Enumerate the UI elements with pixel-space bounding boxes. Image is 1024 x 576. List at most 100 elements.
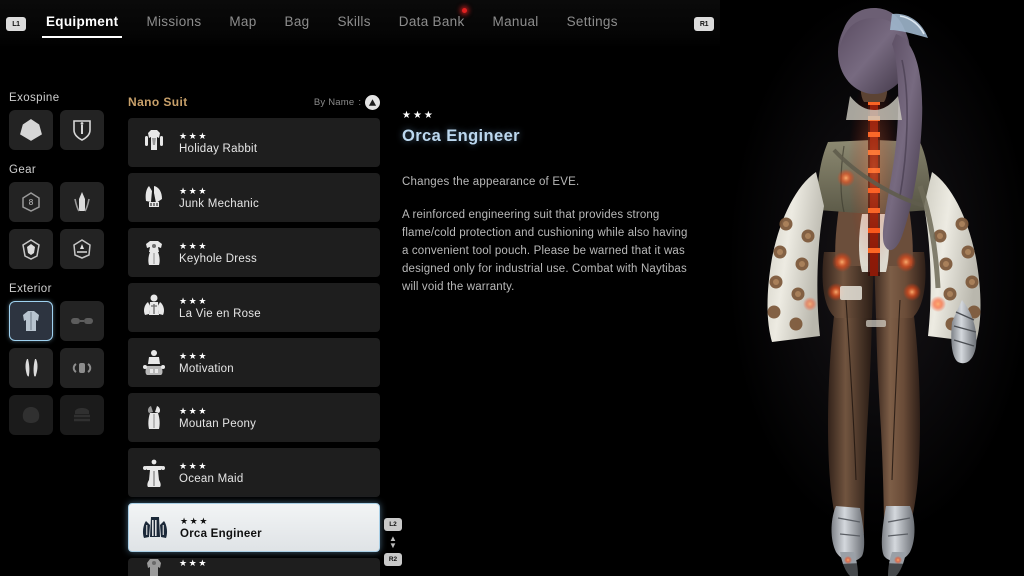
tab-settings[interactable]: Settings bbox=[567, 0, 618, 48]
slot-exospine-shield[interactable] bbox=[60, 110, 104, 150]
character-preview-viewport[interactable] bbox=[724, 0, 1024, 576]
list-page-controls: L2 ▲ ▼ R2 bbox=[384, 518, 402, 566]
list-item[interactable]: ★★★ Keyhole Dress bbox=[128, 228, 380, 277]
list-item-name: Ocean Maid bbox=[179, 472, 244, 485]
tab-equipment[interactable]: Equipment bbox=[42, 0, 123, 48]
list-item-name: Keyhole Dress bbox=[179, 252, 258, 265]
list-item-meta: ★★★ Holiday Rabbit bbox=[179, 131, 257, 155]
list-item[interactable]: ★★★ Motivation bbox=[128, 338, 380, 387]
eyewear-icon bbox=[69, 308, 95, 334]
list-item-rarity-stars: ★★★ bbox=[179, 405, 209, 416]
suit-keyhole-dress-icon bbox=[133, 231, 175, 275]
equipment-category-rail: Exospine Gear 8 Exterior bbox=[0, 92, 120, 449]
list-item[interactable]: ★★★ Moutan Peony bbox=[128, 393, 380, 442]
slot-gear-shield[interactable] bbox=[9, 229, 53, 269]
sort-ascending-icon[interactable] bbox=[365, 94, 380, 110]
list-item[interactable]: ★★★ Junk Mechanic bbox=[128, 173, 380, 222]
exospine-shield-icon bbox=[70, 118, 94, 142]
tab-label: Skills bbox=[337, 13, 371, 29]
detail-description: A reinforced engineering suit that provi… bbox=[402, 209, 688, 293]
tab-label: Manual bbox=[492, 13, 539, 29]
nano-suit-list-panel: Nano Suit By Name : ★★★ Holiday Rabbit ★★★… bbox=[128, 92, 380, 576]
suit-next-icon bbox=[133, 558, 175, 576]
gear-crown-icon bbox=[70, 237, 94, 261]
detail-rarity-stars: ★★★ bbox=[402, 110, 435, 121]
rail-slot-grid bbox=[9, 110, 120, 150]
gear-blade-icon bbox=[70, 190, 94, 214]
list-item-meta: ★★★ Moutan Peony bbox=[179, 406, 256, 430]
exospine-core-icon bbox=[19, 118, 43, 142]
r2-button[interactable]: R2 bbox=[384, 553, 402, 566]
item-detail-panel: ★★★ Orca Engineer Changes the appearance… bbox=[402, 110, 702, 296]
slot-gear-module[interactable]: 8 bbox=[9, 182, 53, 222]
suit-ocean-maid-icon bbox=[133, 451, 175, 495]
list-item[interactable]: ★★★ bbox=[128, 558, 380, 576]
list-item[interactable]: ★★★ Holiday Rabbit bbox=[128, 118, 380, 167]
tab-label: Data Bank bbox=[398, 13, 465, 29]
slot-hairstyle[interactable] bbox=[9, 395, 53, 435]
sort-control[interactable]: By Name : bbox=[314, 94, 380, 110]
scroll-arrows-icon: ▲ ▼ bbox=[389, 534, 397, 550]
list-header: Nano Suit By Name : bbox=[128, 92, 380, 112]
list-item-rarity-stars: ★★★ bbox=[179, 295, 209, 306]
l2-button[interactable]: L2 bbox=[384, 518, 402, 531]
list-item-rarity-stars: ★★★ bbox=[179, 185, 209, 196]
tab-bag[interactable]: Bag bbox=[285, 0, 310, 48]
nano-suit-icon bbox=[18, 308, 44, 334]
slot-hair-color[interactable] bbox=[60, 395, 104, 435]
slot-nano-suit[interactable] bbox=[9, 301, 53, 341]
active-tab-underline bbox=[42, 36, 123, 38]
list-item[interactable]: ★★★ Orca Engineer bbox=[128, 503, 380, 552]
hair-color-icon bbox=[69, 402, 95, 428]
r1-button[interactable]: R1 bbox=[694, 17, 714, 31]
nav-prev-pad-wrap: L1 bbox=[0, 17, 32, 31]
rail-group-label: Exospine bbox=[9, 92, 60, 104]
detail-item-title: Orca Engineer bbox=[402, 127, 520, 145]
slot-eyewear[interactable] bbox=[60, 301, 104, 341]
suit-orca-engineer-icon bbox=[134, 506, 176, 550]
rail-group-label: Exterior bbox=[9, 283, 52, 295]
hairstyle-icon bbox=[18, 402, 44, 428]
gear-shield-icon bbox=[19, 237, 43, 261]
svg-text:8: 8 bbox=[29, 198, 34, 207]
nav-tab-list: Equipment Missions Map Bag Skills Data Bank Ma… bbox=[32, 0, 688, 48]
slot-gear-blade[interactable] bbox=[60, 182, 104, 222]
suit-motivation-icon bbox=[133, 341, 175, 385]
list-item-name: Orca Engineer bbox=[180, 527, 262, 540]
tab-label: Map bbox=[229, 13, 257, 29]
slot-gloves[interactable] bbox=[60, 348, 104, 388]
list-item-rarity-stars: ★★★ bbox=[179, 460, 209, 471]
list-item-rarity-stars: ★★★ bbox=[179, 130, 209, 141]
tab-missions[interactable]: Missions bbox=[146, 0, 201, 48]
nano-suit-list[interactable]: ★★★ Holiday Rabbit ★★★ Junk Mechanic ★★★ Keyh… bbox=[128, 118, 380, 576]
list-item-rarity-stars: ★★★ bbox=[179, 558, 209, 568]
tab-manual[interactable]: Manual bbox=[493, 0, 539, 48]
earrings-icon bbox=[18, 355, 44, 381]
sort-colon: : bbox=[358, 96, 361, 108]
top-navigation-bar: L1 Equipment Missions Map Bag Skills Data Ban… bbox=[0, 0, 720, 48]
tab-label: Missions bbox=[146, 13, 202, 29]
list-item-meta: ★★★ Orca Engineer bbox=[180, 516, 262, 540]
tab-data-bank[interactable]: Data Bank bbox=[398, 0, 467, 48]
suit-junk-mechanic-icon bbox=[133, 176, 175, 220]
slot-earrings[interactable] bbox=[9, 348, 53, 388]
list-item-meta: ★★★ Junk Mechanic bbox=[179, 186, 259, 210]
l1-button[interactable]: L1 bbox=[6, 17, 26, 31]
list-item-meta: ★★★ Ocean Maid bbox=[179, 461, 244, 485]
tab-map[interactable]: Map bbox=[229, 0, 256, 48]
list-item-meta: ★★★ La Vie en Rose bbox=[179, 296, 261, 320]
list-item[interactable]: ★★★ Ocean Maid bbox=[128, 448, 380, 497]
tab-skills[interactable]: Skills bbox=[337, 0, 370, 48]
notification-dot-icon bbox=[461, 8, 467, 13]
rail-slot-grid bbox=[9, 301, 120, 435]
nav-next-pad-wrap: R1 bbox=[688, 17, 720, 31]
list-item[interactable]: ★★★ La Vie en Rose bbox=[128, 283, 380, 332]
gear-module-icon: 8 bbox=[19, 190, 43, 214]
list-item-rarity-stars: ★★★ bbox=[180, 515, 210, 526]
slot-gear-crown[interactable] bbox=[60, 229, 104, 269]
tab-label: Equipment bbox=[46, 13, 119, 29]
rail-group-exterior: Exterior bbox=[0, 283, 120, 435]
slot-exospine-core[interactable] bbox=[9, 110, 53, 150]
suit-holiday-rabbit-icon bbox=[133, 121, 175, 165]
suit-la-vie-en-rose-icon bbox=[133, 286, 175, 330]
